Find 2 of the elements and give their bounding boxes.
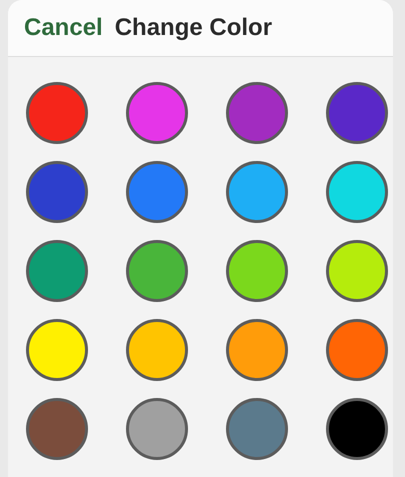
popover-title: Change Color [114,14,272,42]
cancel-button[interactable]: Cancel [24,14,103,42]
